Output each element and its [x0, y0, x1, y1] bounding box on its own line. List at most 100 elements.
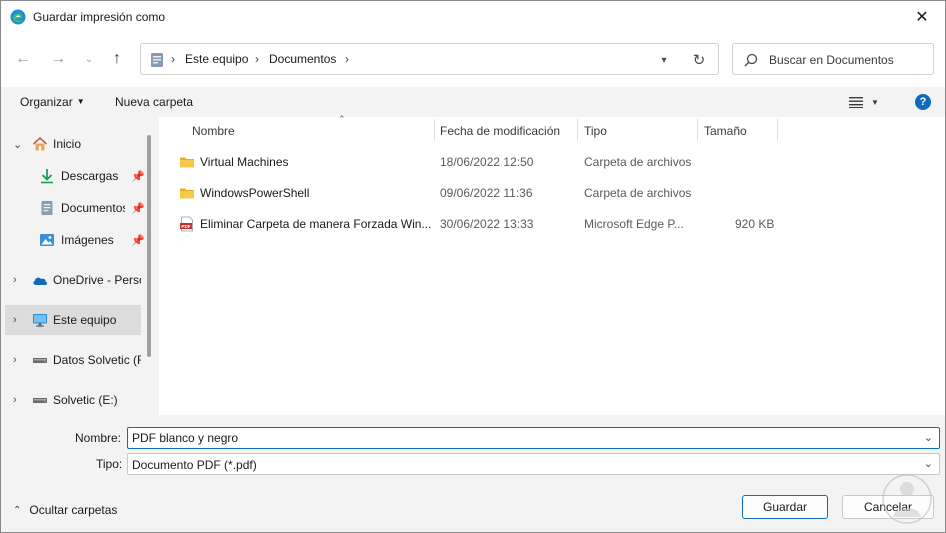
- nav-label: Inicio: [53, 137, 82, 151]
- column-divider[interactable]: [777, 119, 778, 141]
- column-header-date[interactable]: Fecha de modificación: [440, 117, 578, 143]
- file-date: 18/06/2022 12:50: [440, 155, 534, 169]
- file-type: Carpeta de archivos: [584, 155, 692, 169]
- nav-item-imagenes[interactable]: Imágenes 📌: [5, 225, 145, 255]
- save-form: Nombre: ⌄ Tipo: Documento PDF (*.pdf) ⌄ …: [1, 415, 945, 532]
- chevron-right-icon[interactable]: ›: [13, 394, 17, 406]
- forward-button[interactable]: →: [46, 47, 70, 71]
- hide-folders-button[interactable]: ⌃ Ocultar carpetas: [13, 503, 117, 517]
- save-print-dialog: Guardar impresión como ✕ ← → ⌄ ↑ › Este …: [0, 0, 946, 533]
- file-size: 920 KB: [735, 217, 775, 231]
- nav-item-descargas[interactable]: Descargas 📌: [5, 161, 145, 191]
- nav-item-solvetic[interactable]: › Solvetic (E:): [5, 385, 141, 415]
- help-button[interactable]: ?: [915, 94, 931, 110]
- address-history-button[interactable]: ▾: [655, 51, 673, 69]
- chevron-right-icon[interactable]: ›: [13, 274, 17, 286]
- file-name: Virtual Machines: [200, 155, 289, 169]
- file-type-select[interactable]: Documento PDF (*.pdf) ⌄: [127, 453, 940, 475]
- nav-item-documentos[interactable]: Documentos 📌: [5, 193, 145, 223]
- nav-label: Documentos: [61, 201, 125, 215]
- back-button[interactable]: ←: [11, 47, 35, 71]
- nav-label: Datos Solvetic (F:): [53, 353, 141, 367]
- file-date: 09/06/2022 11:36: [440, 186, 533, 200]
- arrow-left-icon: ←: [15, 50, 31, 67]
- file-name-input[interactable]: [132, 431, 912, 445]
- organize-label: Organizar: [20, 95, 73, 109]
- navigation-scrollbar[interactable]: [147, 135, 151, 357]
- folder-icon: [180, 157, 194, 168]
- folder-icon: [180, 188, 194, 199]
- close-button[interactable]: ✕: [899, 1, 945, 33]
- pin-icon: 📌: [131, 234, 145, 247]
- chevron-down-icon: ⌄: [923, 458, 933, 470]
- file-list: Nombre ⌃ Fecha de modificación Tipo Tama…: [159, 114, 945, 415]
- file-name: WindowsPowerShell: [200, 186, 310, 200]
- new-folder-button[interactable]: Nueva carpeta: [115, 95, 193, 109]
- column-divider[interactable]: [577, 119, 578, 141]
- nav-item-inicio[interactable]: ⌄ Inicio: [5, 129, 141, 159]
- file-type: Microsoft Edge P...: [584, 217, 684, 231]
- nav-label: Este equipo: [53, 313, 117, 327]
- type-label: Tipo:: [96, 457, 123, 471]
- caret-down-icon: ▼: [871, 97, 879, 107]
- breadcrumb-separator-icon: ›: [345, 52, 349, 66]
- column-header-size[interactable]: Tamaño: [704, 117, 778, 143]
- help-icon: ?: [919, 96, 927, 108]
- hide-folders-label: Ocultar carpetas: [29, 503, 118, 517]
- table-row[interactable]: PDF Eliminar Carpeta de manera Forzada W…: [175, 209, 795, 239]
- nav-label: OneDrive - Personal: [53, 273, 141, 287]
- view-options-button[interactable]: ▼: [849, 93, 889, 111]
- column-divider[interactable]: [697, 119, 698, 141]
- drive-icon: [33, 358, 47, 363]
- chevron-down-icon: ▾: [661, 54, 667, 66]
- file-date: 30/06/2022 13:33: [440, 217, 534, 231]
- search-box[interactable]: [732, 43, 934, 75]
- pin-icon: 📌: [131, 202, 145, 215]
- home-icon: [32, 136, 48, 151]
- nav-item-datos-solvetic[interactable]: › Datos Solvetic (F:): [5, 345, 141, 375]
- window-title: Guardar impresión como: [33, 10, 166, 24]
- documents-icon: [41, 201, 53, 215]
- nav-label: Imágenes: [61, 233, 114, 247]
- address-bar[interactable]: › Este equipo › Documentos › ▾ ↻: [140, 43, 719, 75]
- organize-button[interactable]: Organizar ▼: [20, 95, 85, 109]
- chevron-right-icon[interactable]: ›: [13, 314, 17, 326]
- name-label: Nombre:: [75, 431, 122, 445]
- column-header-type[interactable]: Tipo: [584, 117, 696, 143]
- save-button[interactable]: Guardar: [742, 495, 828, 519]
- breadcrumb-separator-icon: ›: [171, 52, 175, 66]
- up-button[interactable]: ↑: [105, 47, 129, 71]
- recent-locations-button[interactable]: ⌄: [77, 47, 101, 71]
- file-name-field[interactable]: ⌄: [127, 427, 940, 449]
- title-bar: Guardar impresión como ✕: [1, 1, 945, 33]
- column-divider[interactable]: [434, 119, 435, 141]
- cloud-icon: [33, 277, 48, 285]
- sort-ascending-icon: ⌃: [338, 114, 346, 124]
- nav-item-este-equipo[interactable]: › Este equipo: [5, 305, 141, 335]
- breadcrumb-separator-icon: ›: [255, 52, 259, 66]
- column-header-label: Fecha de modificación: [440, 124, 561, 138]
- file-type-value: Documento PDF (*.pdf): [132, 458, 257, 472]
- column-header-label: Tipo: [584, 124, 607, 138]
- nav-item-onedrive[interactable]: › OneDrive - Personal: [5, 265, 141, 295]
- column-header-label: Nombre: [192, 124, 235, 138]
- details-view-icon: [849, 97, 863, 108]
- solvetic-watermark-icon: [882, 474, 932, 524]
- search-icon: [744, 53, 758, 67]
- save-label: Guardar: [762, 500, 808, 514]
- chevron-down-icon[interactable]: ⌄: [924, 431, 933, 444]
- breadcrumb-documentos[interactable]: Documentos: [269, 52, 336, 66]
- chevron-down-icon: ⌄: [84, 53, 94, 65]
- chevron-right-icon[interactable]: ›: [13, 354, 17, 366]
- nav-label: Solvetic (E:): [53, 393, 118, 407]
- navigation-pane: ⌄ Inicio Descargas 📌 Documentos 📌 Imágen…: [1, 117, 159, 415]
- breadcrumb-este-equipo[interactable]: Este equipo: [185, 52, 248, 66]
- search-input[interactable]: [769, 50, 929, 70]
- column-header-name[interactable]: Nombre ⌃: [192, 114, 432, 143]
- table-row[interactable]: Virtual Machines 18/06/2022 12:50 Carpet…: [175, 147, 795, 177]
- close-icon: ✕: [915, 9, 929, 26]
- refresh-button[interactable]: ↻: [689, 50, 709, 70]
- chevron-expanded-icon[interactable]: ⌄: [13, 138, 22, 151]
- arrow-up-icon: ↑: [113, 50, 121, 67]
- table-row[interactable]: WindowsPowerShell 09/06/2022 11:36 Carpe…: [175, 178, 795, 208]
